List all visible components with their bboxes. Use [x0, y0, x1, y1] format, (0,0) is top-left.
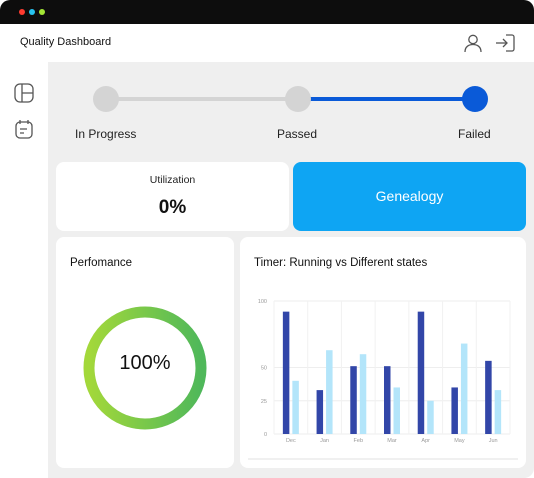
x-tick-label: May	[454, 438, 465, 444]
performance-card: Perfomance 100%	[56, 237, 234, 468]
chart-bar	[316, 390, 324, 434]
app-window: Quality Dashboard In Progress Passed Fai…	[0, 0, 534, 478]
chart-bar	[460, 343, 468, 434]
step-label-failed: Failed	[458, 127, 491, 141]
app-title: Quality Dashboard	[20, 36, 112, 48]
performance-value: 100%	[119, 352, 171, 374]
app-header: Quality Dashboard	[0, 24, 534, 62]
utilization-title: Utilization	[149, 174, 196, 186]
chart-bar	[384, 366, 391, 434]
sidebar	[0, 62, 48, 478]
chart-bar	[359, 354, 367, 434]
chart-bar	[326, 350, 333, 434]
chart-bar	[350, 366, 357, 434]
x-tick-label: Dec	[286, 438, 296, 444]
progress-fill	[298, 97, 475, 101]
x-tick-label: Jan	[320, 438, 329, 444]
y-tick-label: 50	[261, 366, 267, 372]
close-dot[interactable]	[19, 9, 25, 15]
user-icon[interactable]	[462, 32, 484, 54]
timer-card: Timer: Running vs Different states 0 25 50…	[240, 237, 526, 468]
step-node-passed[interactable]	[285, 86, 311, 112]
timer-bar-chart: 0 25 50 100 Dec Jan Feb Mar Apr May Jun	[248, 299, 518, 460]
chart-bar	[485, 360, 492, 434]
chart-bar	[417, 311, 425, 434]
step-node-in-progress[interactable]	[93, 86, 119, 112]
chart-bar	[282, 311, 290, 434]
chart-bar	[494, 390, 502, 434]
utilization-value: 0%	[158, 197, 187, 218]
chart-bar	[427, 400, 434, 434]
x-tick-label: Feb	[354, 438, 363, 444]
y-tick-label: 100	[258, 299, 267, 305]
genealogy-button[interactable]: Genealogy	[293, 162, 526, 231]
title-bar	[0, 0, 534, 24]
y-tick-label: 0	[264, 432, 267, 438]
layout-icon[interactable]	[13, 82, 35, 104]
calendar-icon[interactable]	[13, 118, 35, 140]
utilization-card: Utilization 0%	[56, 162, 289, 231]
minimize-dot[interactable]	[29, 9, 35, 15]
y-tick-label: 25	[261, 399, 267, 405]
progress-track	[106, 97, 299, 101]
step-label-in-progress: In Progress	[75, 127, 137, 141]
x-tick-label: Apr	[421, 438, 430, 444]
x-tick-label: Mar	[387, 438, 397, 444]
chart-bar	[292, 380, 299, 434]
x-tick-label: Jun	[489, 438, 498, 444]
maximize-dot[interactable]	[39, 9, 45, 15]
logout-icon[interactable]	[494, 32, 516, 54]
step-node-failed[interactable]	[462, 86, 488, 112]
performance-title: Perfomance	[70, 257, 133, 269]
main-content: In Progress Passed Failed Utilization 0%…	[48, 62, 534, 478]
chart-bar	[393, 387, 400, 434]
step-label-passed: Passed	[277, 127, 318, 141]
status-progress: In Progress Passed Failed	[48, 62, 534, 156]
chart-bar	[451, 387, 458, 434]
